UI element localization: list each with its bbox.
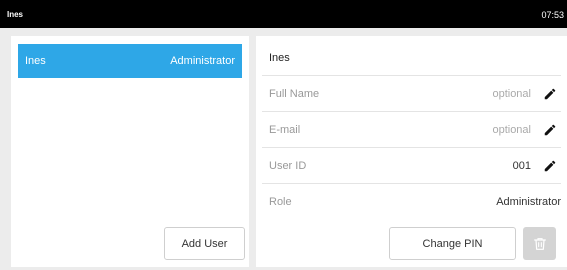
role-value: Administrator: [496, 196, 561, 208]
user-id-value: 001: [512, 160, 531, 172]
email-label: E-mail: [269, 124, 301, 136]
status-bar-time: 07:53: [541, 10, 564, 20]
status-bar-title: Ines: [7, 10, 24, 19]
delete-user-button[interactable]: [523, 227, 556, 260]
status-bar: Ines 07:53: [0, 0, 567, 28]
pencil-icon[interactable]: [543, 123, 557, 137]
email-value: optional: [492, 124, 531, 136]
user-list-item-name: Ines: [25, 55, 46, 67]
details-header: Ines: [262, 40, 561, 76]
full-name-row[interactable]: Full Name optional: [262, 76, 561, 112]
change-pin-button[interactable]: Change PIN: [389, 227, 516, 260]
pencil-icon[interactable]: [543, 87, 557, 101]
details-user-name: Ines: [269, 52, 290, 64]
user-list-item[interactable]: Ines Administrator: [18, 44, 242, 78]
user-list-item-role: Administrator: [170, 55, 235, 67]
add-user-button[interactable]: Add User: [164, 227, 245, 260]
full-name-label: Full Name: [269, 88, 320, 100]
pencil-icon[interactable]: [543, 159, 557, 173]
role-label: Role: [269, 196, 292, 208]
user-id-label: User ID: [269, 160, 307, 172]
trash-icon: [533, 237, 546, 250]
role-row: Role Administrator: [262, 184, 561, 220]
full-name-value: optional: [492, 88, 531, 100]
user-id-row[interactable]: User ID 001: [262, 148, 561, 184]
email-row[interactable]: E-mail optional: [262, 112, 561, 148]
